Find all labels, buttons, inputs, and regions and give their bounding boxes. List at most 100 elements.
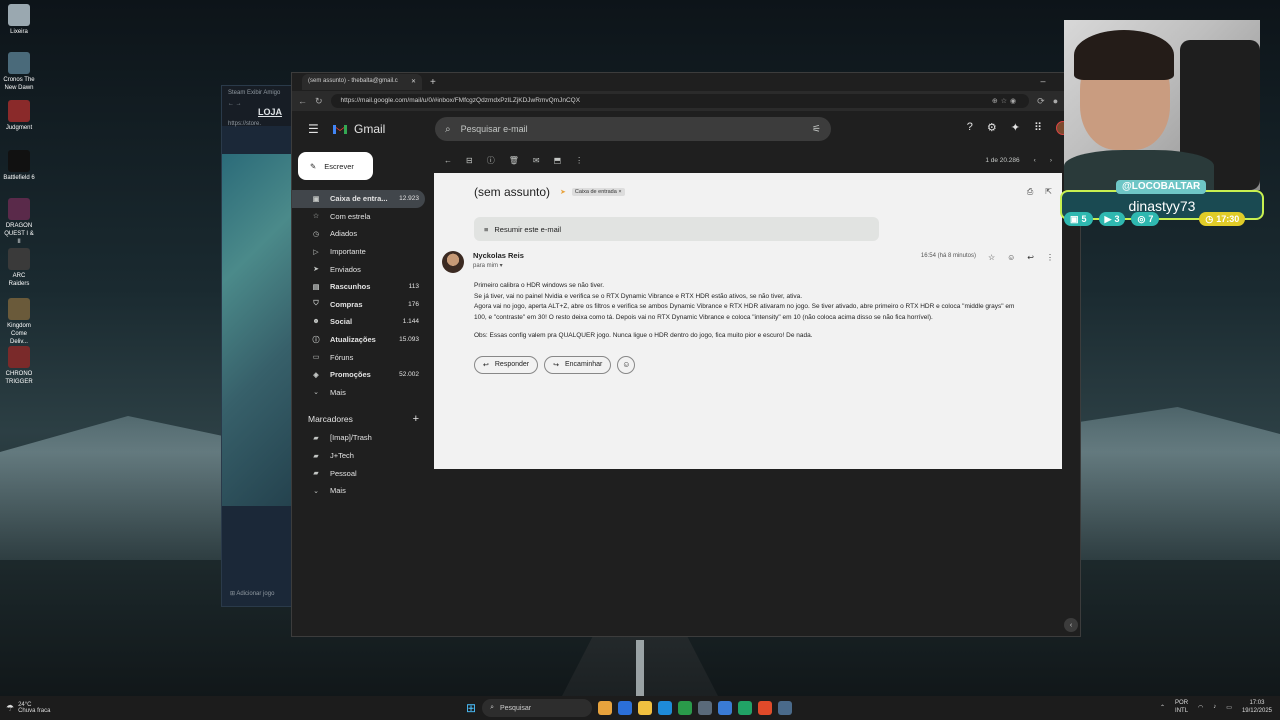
open-new-window-icon[interactable]: ⇱ [1045,187,1052,197]
taskbar-app-icon-4[interactable] [678,701,693,715]
tab-close-icon[interactable]: ✕ [411,78,416,86]
reply-icon[interactable]: ↩ [1027,253,1034,262]
side-panel-toggle-icon[interactable]: ‹ [1064,618,1078,632]
address-bar-row: ← ↻ https://mail.google.com/mail/u/0/#in… [292,91,1080,111]
desktop-icon-0[interactable]: Lixeira [2,4,36,36]
desktop-icon-1[interactable]: Cronos The New Dawn [2,52,36,92]
taskbar-app-icon-3[interactable] [658,701,673,715]
add-label-icon[interactable]: + [413,413,419,425]
report-spam-icon[interactable]: ⓘ [487,155,495,166]
sidebar-item-2[interactable]: ◷ Adiados [292,225,425,243]
input-language[interactable]: POR INTL [1175,699,1188,715]
more-options-icon[interactable]: ⋮ [575,156,583,165]
reload-icon[interactable]: ↻ [315,96,323,107]
clock[interactable]: 17:03 19/12/2025 [1242,699,1272,715]
recipient-details[interactable]: para mim ▾ [473,262,524,269]
taskbar-app-icon-7[interactable] [738,701,753,715]
sidebar-item-9[interactable]: ▭ Fóruns [292,348,425,366]
volume-icon[interactable]: ♪ [1213,704,1216,710]
print-icon[interactable]: ⎙ [1027,187,1033,197]
steam-store-tab[interactable]: LOJA [258,107,282,117]
reply-button[interactable]: ↩ Responder [474,355,539,374]
extensions-icon[interactable]: ⟳ [1037,96,1045,107]
email-view: (sem assunto) ➤ Caixa de entrada × ⎙ ⇱ ≡… [434,173,1062,469]
label-item-3[interactable]: ⌄ Mais [292,482,425,500]
summarize-icon: ≡ [484,224,489,234]
steam-window[interactable]: Steam Exibir Amigo ← → LOJA https://stor… [221,85,302,607]
label-item-0[interactable]: ▰ [Imap]/Trash [292,429,425,447]
emoji-reaction-button[interactable]: ☺ [617,355,636,374]
next-page-icon[interactable]: › [1050,157,1052,164]
main-menu-icon[interactable]: ☰ [308,122,324,136]
taskbar-app-icon-9[interactable] [778,701,793,715]
steam-add-game[interactable]: ⊞ Adicionar jogo [222,584,300,606]
summarize-button[interactable]: ≡ Resumir este e-mail [474,217,879,241]
inbox-label-chip[interactable]: Caixa de entrada × [571,188,625,196]
taskbar-app-icon-8[interactable] [758,701,773,715]
search-input[interactable]: ⌕ Pesquisar e-mail ⚟ [435,117,831,141]
label-item-1[interactable]: ▰ J+Tech [292,447,425,465]
sidebar-item-6[interactable]: ⛉ Compras 176 [292,296,425,314]
move-to-icon[interactable]: ⬒ [554,156,562,165]
gemini-icon[interactable]: ✦ [1011,121,1020,135]
steam-nav-icon[interactable]: ← → [228,101,242,107]
sidebar-item-1[interactable]: ☆ Com estrela [292,208,425,226]
wifi-icon[interactable]: ◠ [1198,704,1203,711]
sidebar-item-4[interactable]: ➤ Enviados [292,260,425,278]
desktop-icon-3[interactable]: Battlefield 6 [2,150,36,182]
back-to-inbox-icon[interactable]: ← [444,156,452,165]
desktop-icon-7[interactable]: CHRONO TRIGGER [2,346,36,386]
emoji-react-icon[interactable]: ☺ [1007,253,1015,262]
compose-button[interactable]: ✎ Escrever [298,152,373,180]
browser-tab[interactable]: (sem assunto) - thebalta@gmail.c ✕ [302,74,422,90]
help-icon[interactable]: ? [967,121,973,135]
profile-icon[interactable]: ● [1053,96,1058,106]
steam-menu[interactable]: Steam Exibir Amigo [228,90,294,96]
battery-icon[interactable]: ▭ [1226,704,1232,711]
gmail-logo[interactable]: Gmail [332,122,385,136]
prev-page-icon[interactable]: ‹ [1034,157,1036,164]
taskbar-app-icon-6[interactable] [718,701,733,715]
search-options-icon[interactable]: ⚟ [812,124,821,135]
steam-banner-art[interactable] [222,154,302,506]
apps-grid-icon[interactable]: ⠿ [1034,121,1042,135]
taskbar-app-icon-1[interactable] [618,701,633,715]
new-tab-button[interactable]: + [430,77,436,88]
sender-name[interactable]: Nyckolas Reis [473,251,524,260]
sidebar-item-5[interactable]: ▤ Rascunhos 113 [292,278,425,296]
delete-icon[interactable]: 🗑 [509,156,519,165]
url-action-icons[interactable]: ⊕☆◉ [992,97,1019,105]
sidebar-item-8[interactable]: ⓘ Atualizações 15.093 [292,331,425,349]
taskbar-app-icon-2[interactable] [638,701,653,715]
sidebar-item-10[interactable]: ◈ Promoções 52.002 [292,366,425,384]
sidebar-item-3[interactable]: ▷ Importante [292,243,425,261]
minimize-icon[interactable]: – [1040,76,1045,87]
label-item-2[interactable]: ▰ Pessoal [292,464,425,482]
desktop-icon-2[interactable]: Judgment [2,100,36,132]
message-more-icon[interactable]: ⋮ [1046,253,1054,262]
weather-widget[interactable]: ☂ 24°C Chuva fraca [0,702,50,714]
url-field[interactable]: https://mail.google.com/mail/u/0/#inbox/… [330,94,1030,108]
webcam-feed [1064,20,1260,190]
taskbar-search[interactable]: ⌕ Pesquisar [482,699,593,717]
importance-marker-icon[interactable]: ➤ [560,188,566,196]
search-icon[interactable]: ⌕ [445,124,451,135]
desktop-icon-6[interactable]: Kingdom Come Deliv... [2,298,36,346]
forward-button[interactable]: ↪ Encaminhar [544,355,612,374]
tray-chevron-icon[interactable]: ⌃ [1160,704,1165,711]
mark-unread-icon[interactable]: ✉ [533,156,540,165]
desktop-icon-5[interactable]: ARC Raiders [2,248,36,288]
start-windows-icon[interactable]: ⊞ [466,701,476,715]
sender-avatar[interactable] [442,251,464,273]
sidebar-item-7[interactable]: ☻ Social 1.144 [292,313,425,331]
sidebar-item-0[interactable]: ▣ Caixa de entra... 12.923 [292,190,425,208]
taskbar-app-icon-5[interactable] [698,701,713,715]
sidebar-item-11[interactable]: ⌄ Mais [292,384,425,402]
taskbar-app-icon-0[interactable] [598,701,613,715]
settings-gear-icon[interactable]: ⚙ [987,121,997,135]
archive-icon[interactable]: ⊟ [466,156,473,165]
desktop-icon-4[interactable]: DRAGON QUEST I & II [2,198,36,246]
message-pane: ← ⊟ ⓘ 🗑 ✉ ⬒ ⋮ 1 de 20.286 ‹ › (sem assun… [434,147,1062,627]
star-icon[interactable]: ☆ [988,253,995,262]
back-icon[interactable]: ← [298,96,307,106]
